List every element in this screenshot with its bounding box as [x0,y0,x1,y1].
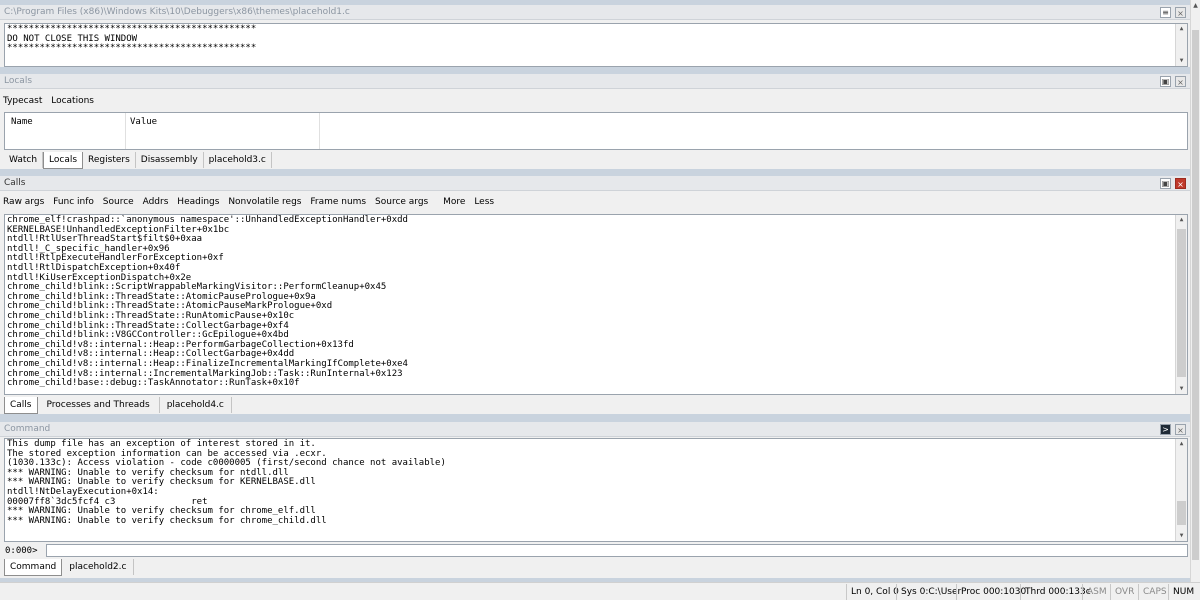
command-output[interactable]: This dump file has an exception of inter… [4,438,1188,542]
scroll-down-icon[interactable]: ▼ [1176,531,1187,541]
status-sys: Sys 0:C:\User [896,584,965,600]
source-scrollbar[interactable]: ▲ ▼ [1175,24,1187,66]
status-position: Ln 0, Col 0 [846,584,903,600]
source-window-title: C:\Program Files (x86)\Windows Kits\10\D… [0,5,1190,20]
locals-table[interactable]: Name Value [4,112,1188,150]
column-header-name[interactable]: Name [11,117,33,128]
typecast-button[interactable]: Typecast [0,93,45,109]
window-pin-icon[interactable]: ▣ [1160,76,1171,87]
headings-button[interactable]: Headings [174,194,222,210]
column-header-value[interactable]: Value [130,117,157,128]
scroll-up-icon[interactable]: ▲ [1176,215,1187,225]
more-button[interactable]: More [440,194,468,210]
tab-locals[interactable]: Locals [43,152,84,169]
status-num: NUM [1168,584,1198,600]
command-tabs: Command placehold2.c [0,558,1190,576]
addrs-button[interactable]: Addrs [140,194,172,210]
locals-toolbar: Typecast Locations [0,93,1190,109]
command-prompt: 0:000> [5,546,38,556]
calls-tabs: Calls Processes and Threads placehold4.c [0,396,1190,414]
source-line: ****************************************… [7,24,257,34]
source-line: ****************************************… [7,43,257,54]
command-input[interactable] [46,544,1188,557]
locals-window: Locals ▣ × Typecast Locations Name Value… [0,74,1190,169]
command-window: Command > × This dump file has an except… [0,422,1190,578]
column-divider [319,113,320,149]
close-icon[interactable]: × [1175,7,1186,18]
tab-processes-threads[interactable]: Processes and Threads [38,397,160,413]
locations-button[interactable]: Locations [48,93,97,109]
scroll-down-icon[interactable]: ▼ [1176,56,1187,66]
close-icon[interactable]: × [1175,178,1186,189]
tab-registers[interactable]: Registers [83,152,136,168]
status-ovr: OVR [1110,584,1138,600]
tab-placehold3[interactable]: placehold3.c [204,152,272,168]
output-line: *** WARNING: Unable to verify checksum f… [7,515,327,526]
calls-toolbar: Raw args Func info Source Addrs Headings… [0,194,1190,210]
outer-scrollbar[interactable]: ▲ [1190,0,1200,582]
scroll-up-icon[interactable]: ▲ [1176,439,1187,449]
scroll-thumb[interactable] [1177,501,1186,525]
scroll-thumb[interactable] [1192,30,1199,560]
scroll-up-icon[interactable]: ▲ [1176,24,1187,34]
scroll-down-icon[interactable]: ▼ [1176,384,1187,394]
calls-scrollbar[interactable]: ▲ ▼ [1175,215,1187,394]
status-caps: CAPS [1138,584,1171,600]
call-stack-list[interactable]: chrome_elf!crashpad::`anonymous namespac… [4,214,1188,395]
calls-window: Calls ▣ × Raw args Func info Source Addr… [0,176,1190,414]
tab-disassembly[interactable]: Disassembly [136,152,204,168]
status-asm: ASM [1082,584,1111,600]
stack-frame[interactable]: ntdll!RtlUserThreadStart$filt$0+0xaa [7,235,1185,245]
close-icon[interactable]: × [1175,76,1186,87]
tab-placehold2[interactable]: placehold2.c [62,559,135,575]
status-bar: Ln 0, Col 0 Sys 0:C:\User Proc 000:1030 … [0,582,1200,600]
document-icon[interactable]: ≡ [1160,7,1171,18]
tab-watch[interactable]: Watch [4,152,44,168]
source-window: C:\Program Files (x86)\Windows Kits\10\D… [0,5,1190,67]
column-divider [125,113,126,149]
scroll-up-icon[interactable]: ▲ [1191,2,1200,9]
frame-nums-button[interactable]: Frame nums [307,194,369,210]
calls-title: Calls [0,176,1190,191]
command-scrollbar[interactable]: ▲ ▼ [1175,439,1187,541]
locals-tabs: Watch Locals Registers Disassembly placehold… [0,151,1190,169]
locals-title: Locals [0,74,1190,89]
window-pin-icon[interactable]: ▣ [1160,178,1171,189]
raw-args-button[interactable]: Raw args [0,194,47,210]
close-icon[interactable]: × [1175,424,1186,435]
terminal-icon[interactable]: > [1160,424,1171,435]
tab-placehold4[interactable]: placehold4.c [160,397,232,413]
tab-calls[interactable]: Calls [4,397,38,414]
tab-command[interactable]: Command [4,559,63,576]
command-title: Command [0,422,1190,437]
less-button[interactable]: Less [471,194,497,210]
source-args-button[interactable]: Source args [372,194,431,210]
source-button[interactable]: Source [100,194,137,210]
nonvolatile-regs-button[interactable]: Nonvolatile regs [225,194,304,210]
stack-frame[interactable]: ntdll!RtlpExecuteHandlerForException+0xf [7,254,1185,264]
output-line: *** WARNING: Unable to verify checksum f… [7,477,316,488]
scroll-thumb[interactable] [1177,229,1186,377]
stack-frame[interactable]: chrome_child!base::debug::TaskAnnotator:… [7,378,1185,389]
func-info-button[interactable]: Func info [50,194,97,210]
source-text-area[interactable]: ****************************************… [4,23,1188,67]
